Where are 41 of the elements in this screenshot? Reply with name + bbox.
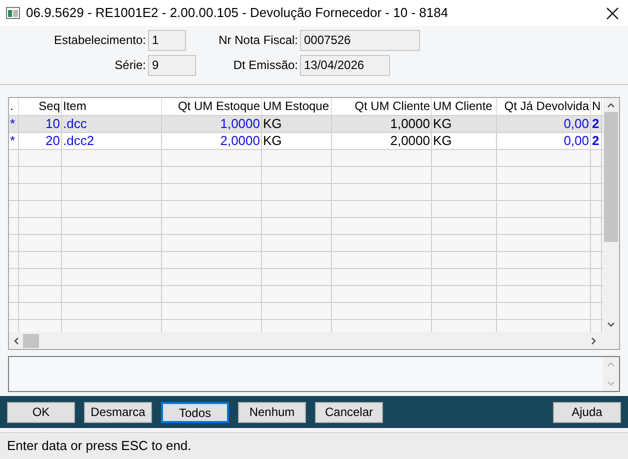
- empty-table-row[interactable]: [9, 251, 603, 268]
- text-field[interactable]: 9: [148, 55, 196, 76]
- table-cell: 2: [591, 133, 602, 149]
- dialog-button[interactable]: OK: [7, 402, 75, 422]
- field-label: Nr Nota Fiscal:: [218, 32, 299, 49]
- dialog-button[interactable]: Ajuda: [553, 402, 621, 422]
- app-icon: [6, 7, 20, 19]
- text-field[interactable]: 1: [148, 30, 186, 51]
- dialog-button[interactable]: Desmarca: [84, 402, 152, 422]
- text-field[interactable]: 0007526: [300, 30, 420, 51]
- dialog-button[interactable]: Cancelar: [315, 402, 383, 422]
- empty-table-row[interactable]: [9, 234, 603, 251]
- empty-table-row[interactable]: [9, 200, 603, 217]
- table-cell: KG: [262, 133, 332, 149]
- table-cell: *: [9, 133, 19, 149]
- vertical-scrollbar[interactable]: [603, 98, 619, 332]
- empty-table-row[interactable]: [9, 166, 603, 183]
- table-cell: 0,00: [497, 133, 591, 149]
- table-row[interactable]: * 10 .dcc 1,0000 KG 1,0000 KG 0,00 2: [9, 115, 603, 132]
- status-bar: Enter data or press ESC to end.: [0, 432, 628, 459]
- field-label: Estabelecimento:: [52, 32, 147, 49]
- empty-table-row[interactable]: [9, 268, 603, 285]
- field-label: Dt Emissão:: [232, 57, 299, 74]
- table-row[interactable]: * 20 .dcc2 2,0000 KG 2,0000 KG 0,00 2: [9, 132, 603, 149]
- empty-table-row[interactable]: [9, 149, 603, 166]
- window-title: 06.9.5629 - RE1001E2 - 2.00.00.105 - Devolução Fornecedor - 10 - 8184: [26, 4, 448, 22]
- field-label: Série:: [114, 57, 147, 74]
- empty-table-row[interactable]: [9, 217, 603, 234]
- dialog-button[interactable]: Nenhum: [238, 402, 306, 422]
- table-cell: KG: [432, 133, 497, 149]
- table-cell: .dcc2: [62, 133, 162, 149]
- empty-table-row[interactable]: [9, 285, 603, 302]
- empty-table-row[interactable]: [9, 183, 603, 200]
- dialog-button[interactable]: Todos: [161, 402, 229, 422]
- horizontal-scrollbar[interactable]: [9, 332, 619, 349]
- scroll-thumb[interactable]: [604, 112, 618, 242]
- table-cell: 2,0000: [162, 133, 262, 149]
- scroll-thumb[interactable]: [23, 334, 39, 348]
- table-cell: 2,0000: [332, 133, 432, 149]
- table-cell: 20: [19, 133, 62, 149]
- text-field[interactable]: 13/04/2026: [300, 55, 390, 76]
